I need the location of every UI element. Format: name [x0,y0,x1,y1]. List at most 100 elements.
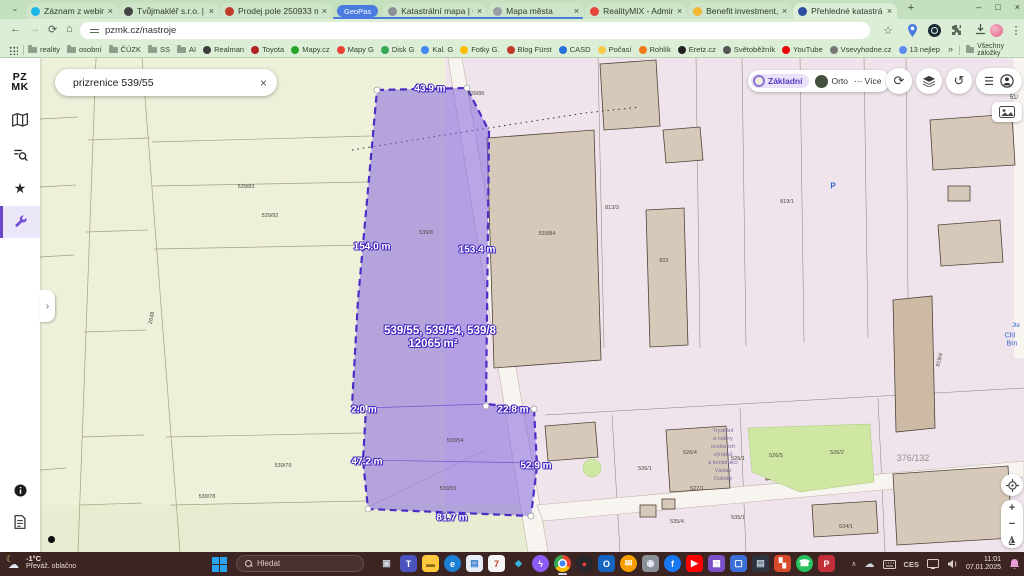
keyboard-icon[interactable] [883,560,896,569]
bookmark-item[interactable]: Fotky G. [460,45,499,54]
task-view-icon[interactable]: ▣ [378,555,395,572]
facebook-icon[interactable]: f [664,555,681,572]
all-bookmarks-button[interactable]: Všechny záložky [966,42,1024,57]
bookmark-item[interactable]: CASD [559,45,591,54]
browser-tab[interactable]: Prodej pole 250933 m², M× [220,3,332,19]
tab-close-button[interactable]: × [209,6,214,16]
whatsapp-icon[interactable]: ☎ [796,555,813,572]
history-button[interactable]: ↺ [946,68,972,94]
sidebar-item-search-list[interactable] [0,142,40,166]
sidebar-item-tools[interactable] [0,210,40,234]
dark-extension-icon[interactable] [928,24,941,37]
basemap-option-more[interactable]: ⋯ Více [854,76,882,87]
paint-icon[interactable]: ◆ [510,555,527,572]
sidebar-item-favorites[interactable]: ★ [0,176,40,200]
extensions-puzzle-icon[interactable] [948,22,964,38]
north-arrow-button[interactable] [1008,536,1016,545]
map-canvas[interactable] [40,58,1024,552]
cast-icon[interactable] [927,559,939,569]
map-info-button[interactable] [48,536,55,543]
weather-widget[interactable]: ☾☁ -1°C Převáž. oblačno [6,554,76,572]
tab-close-button[interactable]: × [108,6,113,16]
bookmark-item[interactable]: Blog Fürst [507,45,552,54]
clear-search-icon[interactable]: × [260,76,267,90]
expand-panel-button[interactable]: › [40,290,55,322]
file-explorer-icon[interactable]: ▬ [422,555,439,572]
bookmark-item[interactable]: Mapy G [337,45,374,54]
bookmarks-overflow-button[interactable]: » [948,44,953,54]
menu-account-button[interactable]: ☰ [976,68,1022,94]
bookmark-item[interactable]: Vsevyhodne.cz [830,45,892,54]
bookmark-item[interactable]: Počasí [598,45,632,54]
browser-tab[interactable]: Přehledné katastrální map× [793,3,897,19]
rotate-map-button[interactable]: ⟳ [886,68,912,94]
pdf-icon[interactable]: P [818,555,835,572]
teams-icon[interactable]: T [400,555,417,572]
speaker-icon[interactable] [947,559,958,569]
clock[interactable]: 11:01 07.01.2025 [966,556,1001,572]
zoom-in-button[interactable]: + [1009,503,1015,513]
edge-icon[interactable]: e [444,555,461,572]
sidebar-item-map[interactable] [0,108,40,132]
map-search[interactable]: × [55,69,277,96]
browser-tab[interactable]: RealityMIX - Administračn× [585,3,687,19]
tab-close-button[interactable]: × [477,6,482,16]
youtube-icon[interactable]: ▶ [686,555,703,572]
browser-tab[interactable]: Benefit investment, a.s. (Iv× [688,3,792,19]
mail-icon[interactable]: ✉ [620,555,637,572]
camera-icon[interactable]: ◉ [642,555,659,572]
browser-tab[interactable]: Záznam z webináře CeMa× [26,3,118,19]
site-settings-icon[interactable] [90,27,99,35]
notification-bell-icon[interactable] [1009,558,1020,570]
bookmark-item[interactable]: ČÚZK [109,45,141,54]
bookmark-item[interactable]: Disk G [381,45,415,54]
sidebar-item-info[interactable] [0,478,40,502]
purple-app-icon[interactable]: ▦ [708,555,725,572]
sidebar-item-notes[interactable] [0,510,40,534]
calendar-icon[interactable]: 7 [488,555,505,572]
bookmark-item[interactable]: Mapy.cz [291,45,329,54]
reload-button[interactable]: ⟳ [48,23,57,36]
bookmark-item[interactable]: reality [28,45,60,54]
bookmark-item[interactable]: YouTube [782,45,822,54]
red-dot-app-icon[interactable]: ● [576,555,593,572]
monitor-app-icon[interactable]: ▢ [730,555,747,572]
messenger-icon[interactable]: ϟ [532,555,549,572]
bookmark-item[interactable]: 13 nejlepších zdrojů… [899,45,941,54]
bookmark-item[interactable]: SS [148,45,170,54]
bookmark-item[interactable]: Realman [203,45,244,54]
bookmark-item[interactable]: Rohlík [639,45,671,54]
back-button[interactable]: ← [10,23,21,35]
zoom-out-button[interactable]: − [1009,519,1015,529]
bookmark-item[interactable]: Kal. G [421,45,453,54]
tab-close-button[interactable]: × [677,6,682,16]
bookmark-item[interactable]: Eretz.cz [678,45,716,54]
locate-me-button[interactable] [1001,474,1023,496]
office-icon[interactable]: ▚ [774,555,791,572]
tab-search-button[interactable]: ⌄ [8,4,22,16]
basemap-option-orto[interactable]: Orto [815,75,848,88]
onedrive-cloud-icon[interactable]: ☁ [865,559,875,570]
tab-close-button[interactable]: × [887,6,892,16]
start-button[interactable] [212,557,227,572]
calculator-icon[interactable]: ▤ [752,555,769,572]
language-indicator[interactable]: CES [904,560,919,569]
close-window-button[interactable]: × [1015,2,1020,12]
tab-close-button[interactable]: × [322,6,327,16]
new-tab-button[interactable]: + [904,2,918,16]
store-icon[interactable]: ▤ [466,555,483,572]
browser-menu-icon[interactable]: ⋮ [1008,22,1024,38]
bookmark-star-icon[interactable]: ☆ [880,22,896,38]
taskbar-search[interactable]: Hledat [236,555,364,572]
home-button[interactable]: ⌂ [66,23,73,35]
chrome-icon[interactable] [554,555,571,572]
tab-group-geopas[interactable]: GeoPas [337,5,378,17]
address-bar[interactable]: pzmk.cz/nastroje [80,22,870,39]
download-icon[interactable] [972,22,988,38]
bookmark-item[interactable]: osobní [67,45,102,54]
bookmark-item[interactable]: Toyota [251,45,284,54]
search-input[interactable] [71,76,260,90]
layers-button[interactable] [916,68,942,94]
tray-chevron-icon[interactable]: ∧ [851,560,856,568]
browser-tab[interactable]: Tvůjmakléř s.r.o. | Systém R× [119,3,219,19]
